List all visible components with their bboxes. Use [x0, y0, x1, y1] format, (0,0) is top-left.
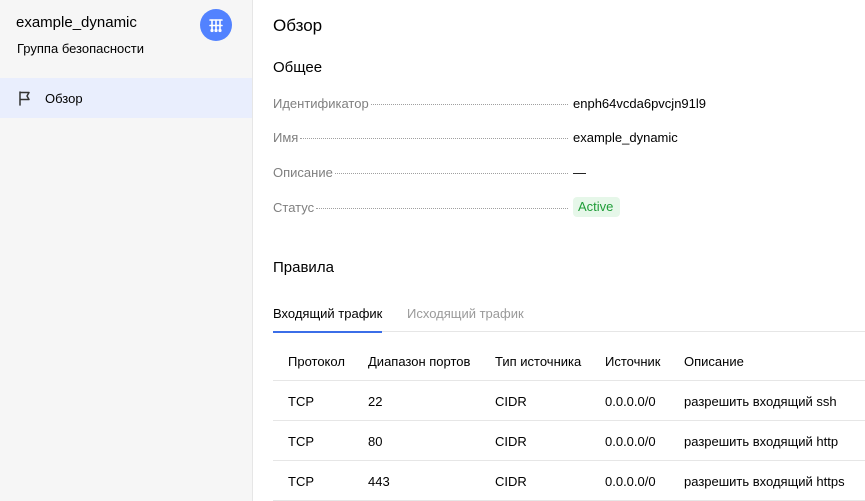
field-label: Идентификатор	[273, 96, 369, 111]
table-row[interactable]: TCP 443 CIDR 0.0.0.0/0 разрешить входящи…	[273, 461, 865, 501]
cell-description: разрешить входящий http	[684, 434, 839, 449]
cell-source: 0.0.0.0/0	[605, 434, 656, 449]
cell-source-type: CIDR	[495, 434, 527, 449]
field-value-description: —	[573, 165, 586, 180]
field-row-name: Имя example_dynamic	[273, 130, 693, 150]
network-service-icon	[200, 9, 232, 41]
field-value-id: enph64vcda6pvcjn91l9	[573, 96, 706, 111]
column-header-protocol: Протокол	[288, 354, 345, 369]
section-title-rules: Правила	[273, 259, 334, 276]
main-content: Обзор Общее Идентификатор enph64vcda6pvc…	[254, 0, 865, 501]
column-header-source: Источник	[605, 354, 661, 369]
field-row-id: Идентификатор enph64vcda6pvcjn91l9	[273, 96, 706, 116]
field-label: Имя	[273, 130, 299, 145]
cell-source: 0.0.0.0/0	[605, 394, 656, 409]
tab-ingress[interactable]: Входящий трафик	[273, 306, 383, 333]
field-row-status: Статус Active	[273, 197, 693, 220]
cell-port-range: 22	[368, 394, 383, 409]
table-row[interactable]: TCP 22 CIDR 0.0.0.0/0 разрешить входящий…	[273, 381, 865, 421]
table-header-row: Протокол Диапазон портов Тип источника И…	[273, 341, 865, 381]
cell-port-range: 80	[368, 434, 383, 449]
cell-port-range: 443	[368, 474, 390, 489]
field-row-description: Описание —	[273, 165, 693, 185]
cell-description: разрешить входящий https	[684, 474, 845, 489]
sidebar: example_dynamic Группа безопасности Обзо…	[0, 0, 253, 501]
sidebar-item-overview[interactable]: Обзор	[0, 78, 252, 118]
sidebar-item-label: Обзор	[45, 90, 83, 106]
field-value-name: example_dynamic	[573, 130, 678, 145]
section-title-general: Общее	[273, 59, 323, 76]
cell-protocol: TCP	[288, 394, 314, 409]
cell-description: разрешить входящий ssh	[684, 394, 837, 409]
traffic-tabs: Входящий трафик Исходящий трафик	[273, 300, 865, 333]
tab-egress[interactable]: Исходящий трафик	[407, 306, 524, 331]
cell-source-type: CIDR	[495, 394, 527, 409]
cell-source: 0.0.0.0/0	[605, 474, 656, 489]
column-header-port-range: Диапазон портов	[368, 354, 471, 369]
resource-type: Группа безопасности	[17, 41, 144, 56]
cell-protocol: TCP	[288, 434, 314, 449]
field-label: Описание	[273, 165, 333, 180]
cell-protocol: TCP	[288, 474, 314, 489]
status-badge: Active	[573, 197, 621, 217]
cell-source-type: CIDR	[495, 474, 527, 489]
sidebar-header: example_dynamic Группа безопасности	[16, 9, 238, 62]
column-header-source-type: Тип источника	[495, 354, 582, 369]
column-header-description: Описание	[684, 354, 744, 369]
rules-table: Протокол Диапазон портов Тип источника И…	[273, 341, 865, 501]
table-row[interactable]: TCP 80 CIDR 0.0.0.0/0 разрешить входящий…	[273, 421, 865, 461]
field-label: Статус	[273, 200, 315, 215]
page-title: Обзор	[273, 16, 323, 35]
resource-title: example_dynamic	[16, 14, 137, 31]
flag-icon	[17, 89, 35, 107]
